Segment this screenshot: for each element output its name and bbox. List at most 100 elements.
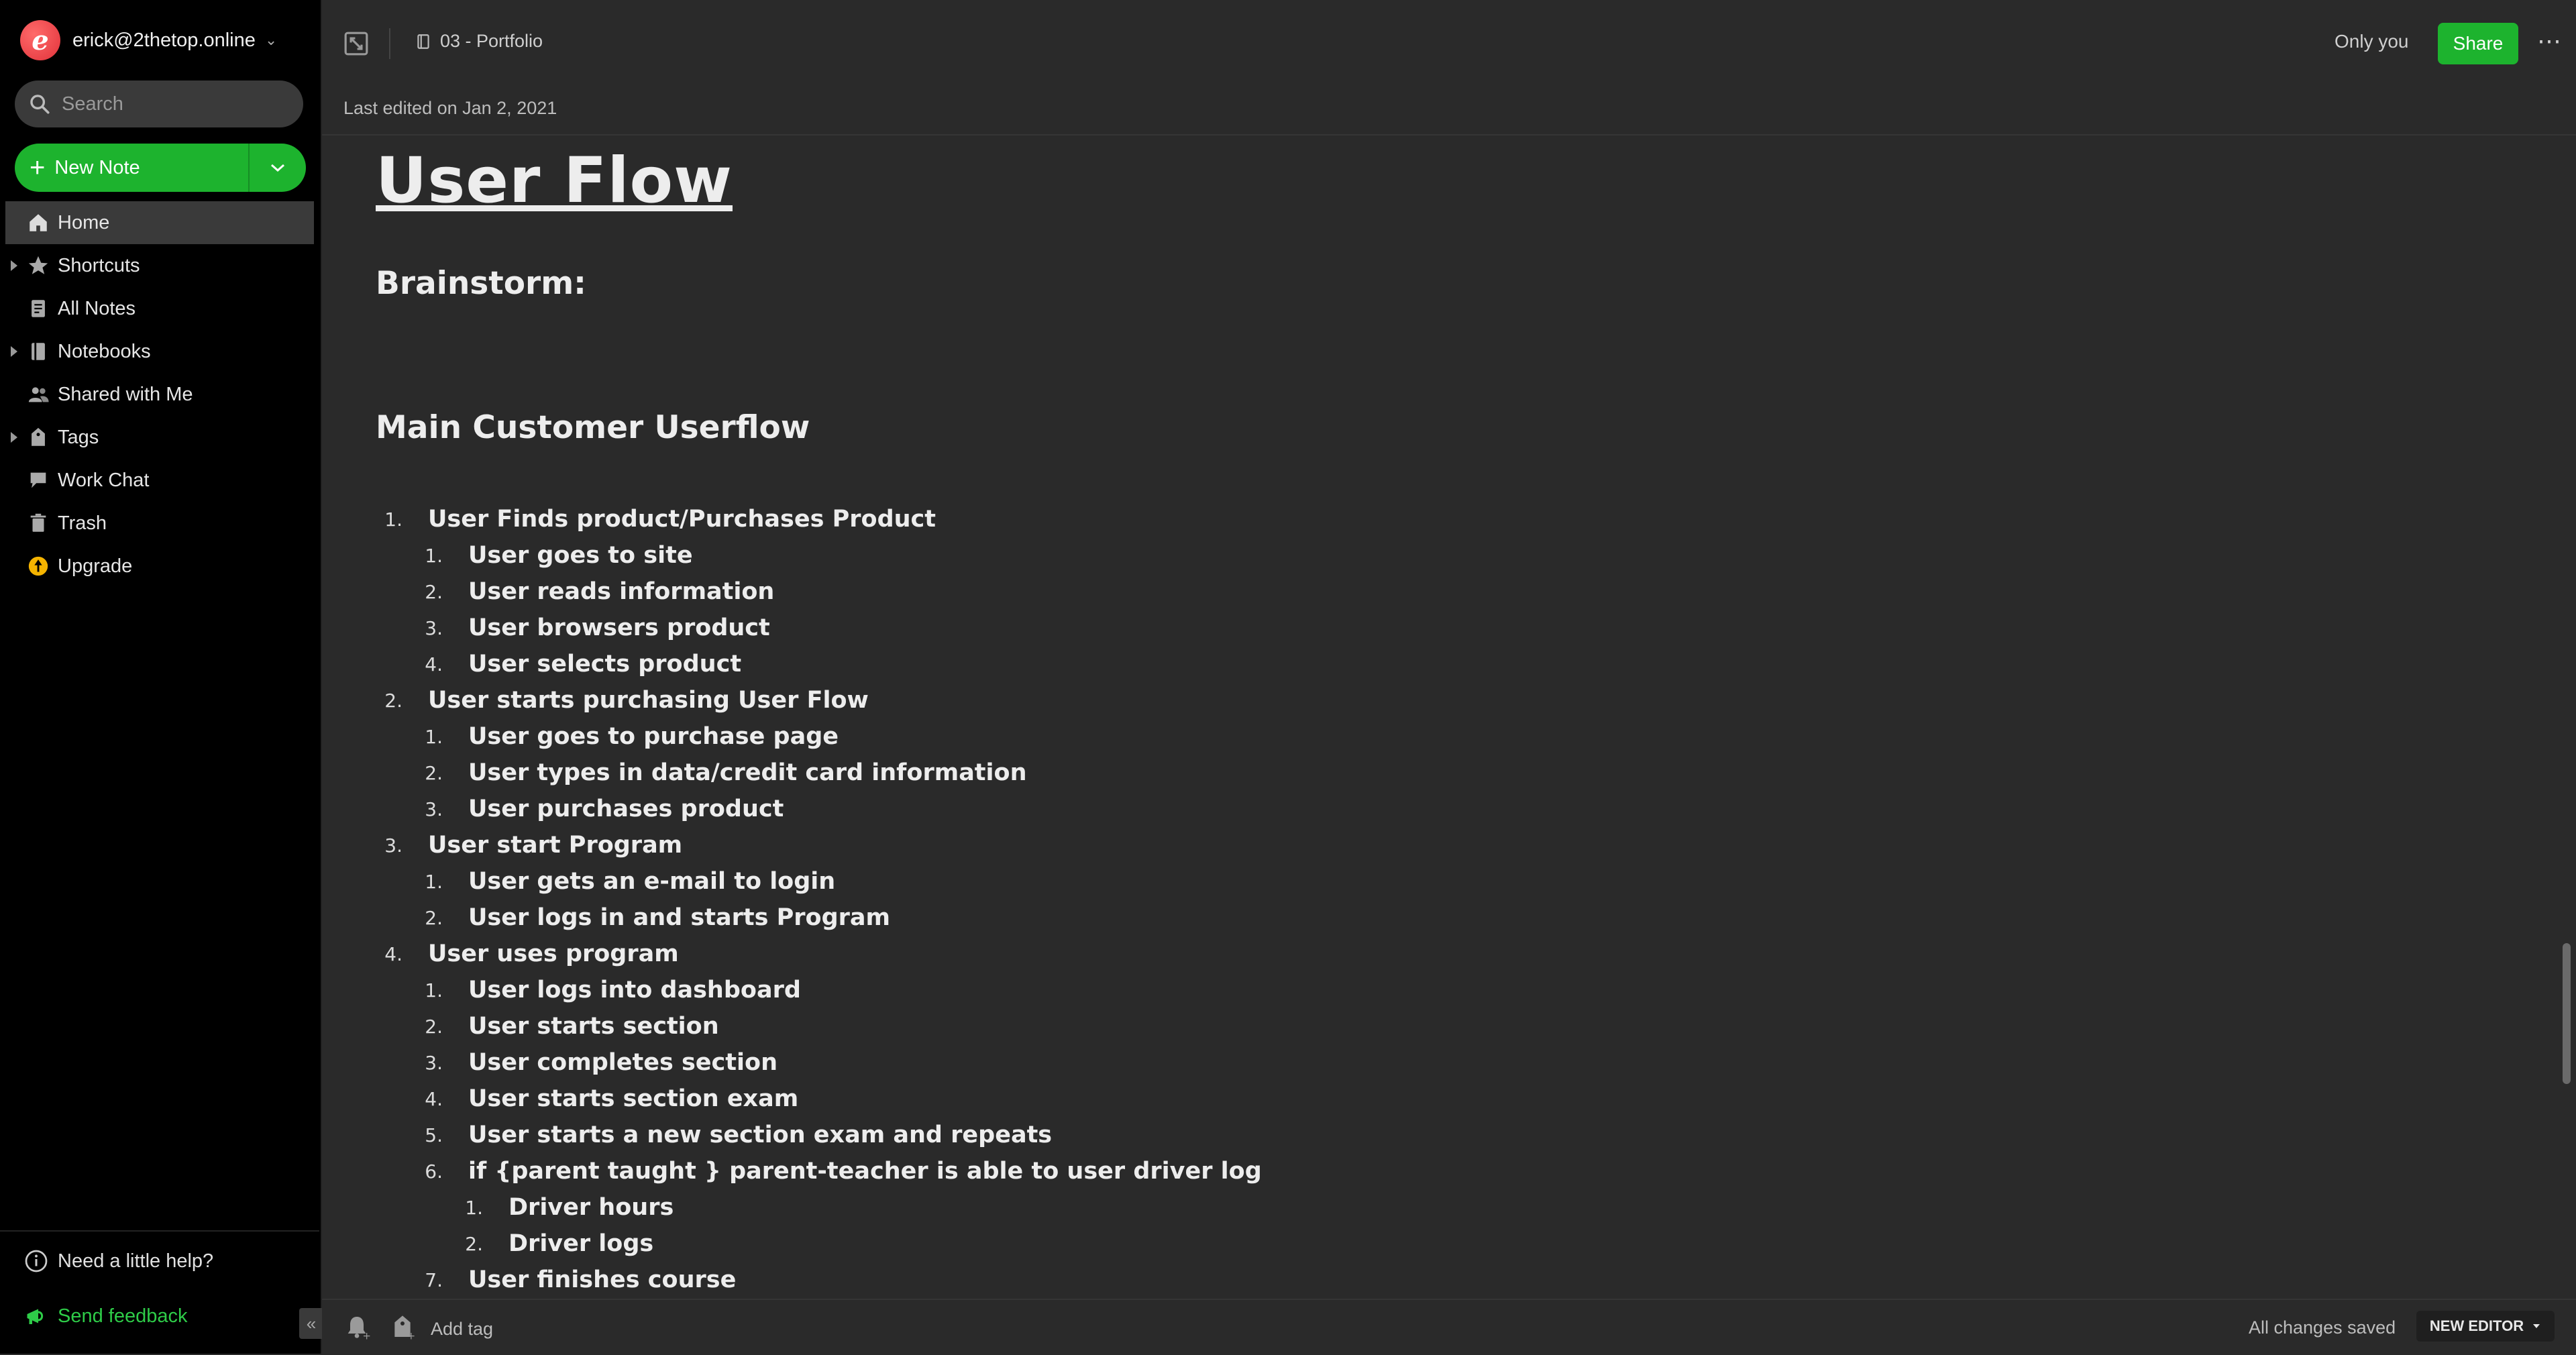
search-icon — [30, 95, 50, 114]
sidebar-item-upgrade[interactable]: Upgrade — [0, 545, 319, 588]
notebook-breadcrumb[interactable]: 03 - Portfolio — [415, 31, 543, 52]
home-icon — [30, 214, 47, 231]
sidebar-item-label: Upgrade — [58, 555, 133, 577]
list-item[interactable]: 1. User goes to site — [376, 537, 2388, 574]
list-item-text: User types in data/credit card informati… — [468, 759, 1027, 786]
list-item-number: 4. — [384, 942, 402, 965]
sidebar-item-label: All Notes — [58, 297, 136, 319]
list-item-text: User completes section — [468, 1049, 777, 1076]
last-edited-timestamp: Last edited on Jan 2, 2021 — [343, 98, 557, 118]
new-note-button[interactable]: + New Note — [15, 144, 248, 192]
list-item[interactable]: 4. User uses program — [376, 936, 2388, 972]
list-item[interactable]: 4. User starts section exam — [376, 1081, 2388, 1117]
list-item[interactable]: 3. User browsers product — [376, 610, 2388, 646]
list-item[interactable]: 5. User starts a new section exam and rep… — [376, 1117, 2388, 1153]
send-feedback-link[interactable]: Send feedback — [24, 1304, 187, 1328]
list-item-text: User starts purchasing User Flow — [428, 687, 869, 714]
chat-icon — [30, 472, 46, 488]
chevron-down-icon — [271, 164, 284, 172]
new-note-dropdown-button[interactable] — [250, 144, 306, 192]
expand-caret-icon[interactable] — [11, 346, 17, 357]
note-title[interactable]: User Flow — [376, 144, 733, 217]
chevron-down-icon: ⌄ — [264, 32, 278, 48]
sidebar-item-tags[interactable]: Tags — [0, 416, 319, 459]
help-link[interactable]: Need a little help? — [24, 1249, 213, 1273]
search-input[interactable] — [60, 92, 291, 116]
svg-text:+: + — [362, 1330, 370, 1340]
people-icon — [28, 387, 49, 402]
sidebar-item-label: Home — [58, 211, 110, 233]
sidebar-item-all-notes[interactable]: All Notes — [0, 287, 319, 330]
list-item[interactable]: 6. if {parent taught } parent-teacher is … — [376, 1153, 2388, 1189]
sidebar-item-work-chat[interactable]: Work Chat — [0, 459, 319, 502]
heading-brainstorm[interactable]: Brainstorm: — [376, 265, 586, 302]
sidebar-item-label: Notebooks — [58, 340, 151, 362]
list-item[interactable]: 4. User selects product — [376, 646, 2388, 682]
list-item-text: User starts a new section exam and repea… — [468, 1122, 1053, 1148]
list-item-number: 2. — [465, 1232, 483, 1255]
list-item-text: User starts section — [468, 1013, 719, 1040]
add-tag-icon[interactable]: + — [389, 1313, 416, 1340]
userflow-list: 1. User Finds product/Purchases Product 1.… — [376, 501, 2388, 1298]
list-item-text: User finishes course — [468, 1266, 737, 1293]
list-item[interactable]: 2. User reads information — [376, 574, 2388, 610]
more-options-icon[interactable]: ⋯ — [2537, 27, 2563, 55]
sidebar-item-shared-with-me[interactable]: Shared with Me — [0, 373, 319, 416]
list-item-number: 7. — [425, 1268, 443, 1291]
info-icon — [25, 1250, 48, 1272]
list-item[interactable]: 2. User starts section — [376, 1008, 2388, 1044]
collapse-sidebar-button[interactable]: « — [299, 1308, 323, 1339]
sidebar-item-shortcuts[interactable]: Shortcuts — [0, 244, 319, 287]
note-editor-pane: 03 - Portfolio Only you Share ⋯ Last edi… — [322, 0, 2576, 1354]
list-item[interactable]: 2. User types in data/credit card informa… — [376, 755, 2388, 791]
expand-note-icon[interactable] — [343, 31, 369, 56]
sidebar-item-label: Shortcuts — [58, 254, 140, 276]
list-item-number: 2. — [425, 580, 443, 603]
list-item[interactable]: 1. User gets an e-mail to login — [376, 863, 2388, 900]
note-body[interactable]: User Flow Brainstorm: Main Customer User… — [376, 138, 2455, 1298]
share-button[interactable]: Share — [2438, 23, 2518, 64]
list-item[interactable]: 1. Driver hours — [376, 1189, 2388, 1226]
sidebar-item-notebooks[interactable]: Notebooks — [0, 330, 319, 373]
add-tag-input[interactable]: Add tag — [431, 1319, 493, 1340]
list-item-text: User goes to purchase page — [468, 723, 839, 750]
list-item[interactable]: 3. User start Program — [376, 827, 2388, 863]
list-item[interactable]: 3. User completes section — [376, 1044, 2388, 1081]
list-item-text: User reads information — [468, 578, 775, 605]
heading-main-customer-userflow[interactable]: Main Customer Userflow — [376, 409, 810, 446]
list-item[interactable]: 2. User starts purchasing User Flow — [376, 682, 2388, 718]
account-switcher[interactable]: e erick@2thetop.online ⌄ — [20, 19, 277, 62]
account-email: erick@2thetop.online — [72, 29, 256, 51]
search-box[interactable] — [15, 80, 303, 127]
sidebar-item-home[interactable]: Home — [5, 201, 314, 244]
list-item-text: User uses program — [428, 940, 679, 967]
list-item-text: User purchases product — [468, 796, 784, 822]
add-reminder-icon[interactable]: + — [343, 1313, 370, 1340]
list-item-number: 4. — [425, 1087, 443, 1110]
list-item[interactable]: 3. User purchases product — [376, 791, 2388, 827]
list-item-number: 2. — [425, 761, 443, 784]
list-item-number: 1. — [465, 1196, 483, 1219]
list-item-text: User Finds product/Purchases Product — [428, 506, 936, 533]
list-item-text: User selects product — [468, 651, 742, 678]
plus-icon: + — [30, 153, 46, 182]
list-item[interactable]: 7. User finishes course — [376, 1262, 2388, 1298]
evernote-logo: e — [20, 20, 60, 60]
list-item-number: 3. — [384, 834, 402, 857]
list-item-number: 1. — [425, 725, 443, 748]
expand-caret-icon[interactable] — [11, 432, 17, 443]
list-item[interactable]: 1. User goes to purchase page — [376, 718, 2388, 755]
list-item[interactable]: 1. User logs into dashboard — [376, 972, 2388, 1008]
list-item-number: 1. — [425, 870, 443, 893]
list-item[interactable]: 2. User logs in and starts Program — [376, 900, 2388, 936]
editor-scrollbar[interactable] — [2563, 943, 2571, 1084]
sharing-status[interactable]: Only you — [2334, 31, 2409, 52]
expand-caret-icon[interactable] — [11, 260, 17, 271]
megaphone-icon — [27, 1309, 44, 1324]
notebook-icon — [417, 34, 429, 49]
list-item[interactable]: 1. User Finds product/Purchases Product — [376, 501, 2388, 537]
sidebar-item-label: Trash — [58, 512, 107, 534]
list-item[interactable]: 2. Driver logs — [376, 1226, 2388, 1262]
sidebar-item-trash[interactable]: Trash — [0, 502, 319, 545]
new-editor-dropdown[interactable]: NEW EDITOR — [2416, 1311, 2555, 1342]
